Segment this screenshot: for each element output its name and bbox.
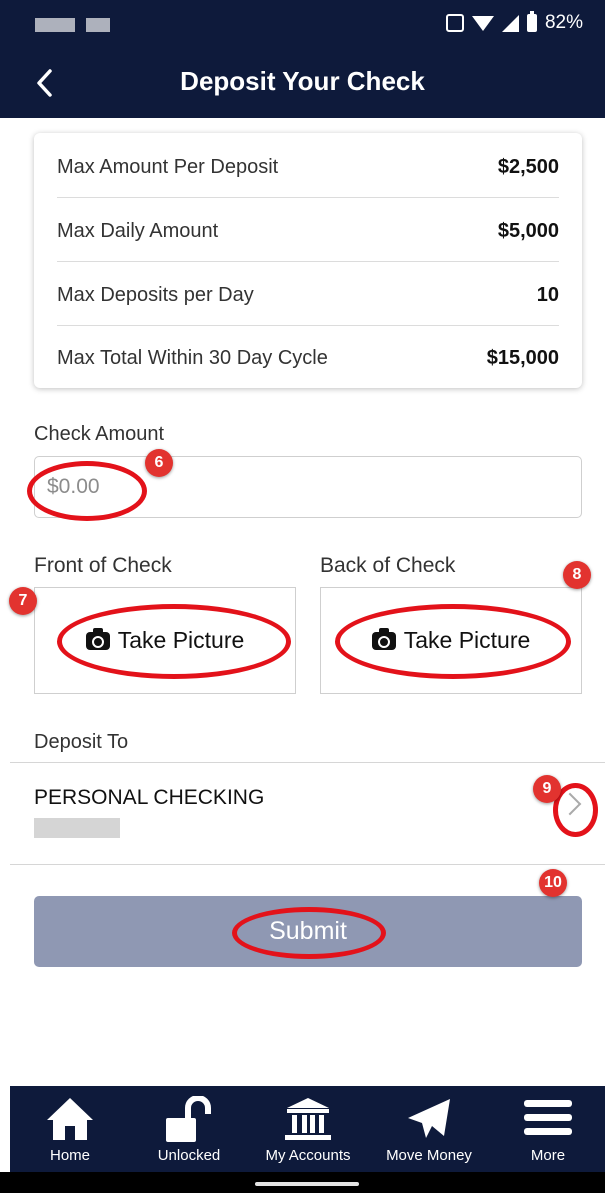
limit-label: Max Total Within 30 Day Cycle <box>57 346 328 369</box>
menu-icon <box>524 1100 572 1135</box>
nav-label: My Accounts <box>265 1147 351 1164</box>
account-name: PERSONAL CHECKING <box>34 786 265 809</box>
paper-plane-icon <box>408 1099 450 1138</box>
take-picture-label: Take Picture <box>403 627 531 653</box>
limit-label: Max Daily Amount <box>57 219 219 242</box>
divider <box>57 197 559 198</box>
vibrate-icon <box>445 14 464 32</box>
deposit-to-label: Deposit To <box>34 731 129 753</box>
limit-value: $2,500 <box>497 155 559 178</box>
annotation-badge: 10 <box>539 869 567 897</box>
camera-icon <box>371 627 396 650</box>
front-take-picture-button[interactable]: Take Picture <box>34 587 296 694</box>
limit-label: Max Deposits per Day <box>57 283 254 306</box>
battery-percent: 82% <box>544 12 583 33</box>
nav-home[interactable]: Home <box>15 1086 125 1172</box>
wifi-icon <box>471 15 494 31</box>
bottom-nav: Home Unlocked My Accounts Move Money Mor… <box>10 1086 605 1172</box>
annotation-badge: 6 <box>145 449 173 477</box>
nav-my-accounts[interactable]: My Accounts <box>253 1086 363 1172</box>
divider <box>57 261 559 262</box>
battery-icon <box>526 11 537 32</box>
deposit-limits-card: Max Amount Per Deposit $2,500 Max Daily … <box>34 133 582 388</box>
check-amount-label: Check Amount <box>34 423 165 445</box>
blurred-carrier <box>86 18 110 32</box>
limit-row: Max Total Within 30 Day Cycle $15,000 <box>57 326 559 390</box>
blurred-account-number <box>34 818 120 838</box>
back-of-check-label: Back of Check <box>320 554 456 577</box>
take-picture-label: Take Picture <box>117 627 245 653</box>
limit-value: $5,000 <box>497 219 559 242</box>
annotation-badge: 8 <box>563 561 591 589</box>
nav-more[interactable]: More <box>493 1086 603 1172</box>
nav-label: Move Money <box>386 1147 472 1164</box>
nav-unlocked[interactable]: Unlocked <box>134 1086 244 1172</box>
annotation-badge: 7 <box>9 587 37 615</box>
limit-value: $15,000 <box>486 346 559 369</box>
app-header: Deposit Your Check <box>0 48 605 118</box>
gesture-bar <box>0 1172 605 1193</box>
unlock-icon <box>166 1096 211 1142</box>
back-take-picture-button[interactable]: Take Picture <box>320 587 582 694</box>
page-title: Deposit Your Check <box>180 66 425 96</box>
limit-row: Max Amount Per Deposit $2,500 <box>57 135 559 199</box>
nav-label: More <box>530 1147 566 1164</box>
deposit-account-selector[interactable] <box>10 763 605 864</box>
limit-row: Max Daily Amount $5,000 <box>57 199 559 263</box>
submit-button[interactable]: Submit <box>34 896 582 967</box>
check-amount-input[interactable]: $0.00 <box>34 456 582 518</box>
signal-icon <box>501 14 519 32</box>
status-icons: 82% <box>445 11 583 34</box>
limit-label: Max Amount Per Deposit <box>57 155 279 178</box>
nav-label: Home <box>49 1147 90 1164</box>
limit-row: Max Deposits per Day 10 <box>57 263 559 327</box>
limit-value: 10 <box>536 283 559 306</box>
blurred-carrier <box>35 18 75 32</box>
annotation-badge: 9 <box>533 775 561 803</box>
divider <box>10 864 605 865</box>
nav-move-money[interactable]: Move Money <box>374 1086 484 1172</box>
front-of-check-label: Front of Check <box>34 554 172 577</box>
status-bar: 82% <box>0 0 605 48</box>
nav-label: Unlocked <box>157 1147 221 1164</box>
bank-icon <box>285 1098 331 1140</box>
camera-icon <box>85 627 110 650</box>
home-icon <box>47 1098 93 1140</box>
